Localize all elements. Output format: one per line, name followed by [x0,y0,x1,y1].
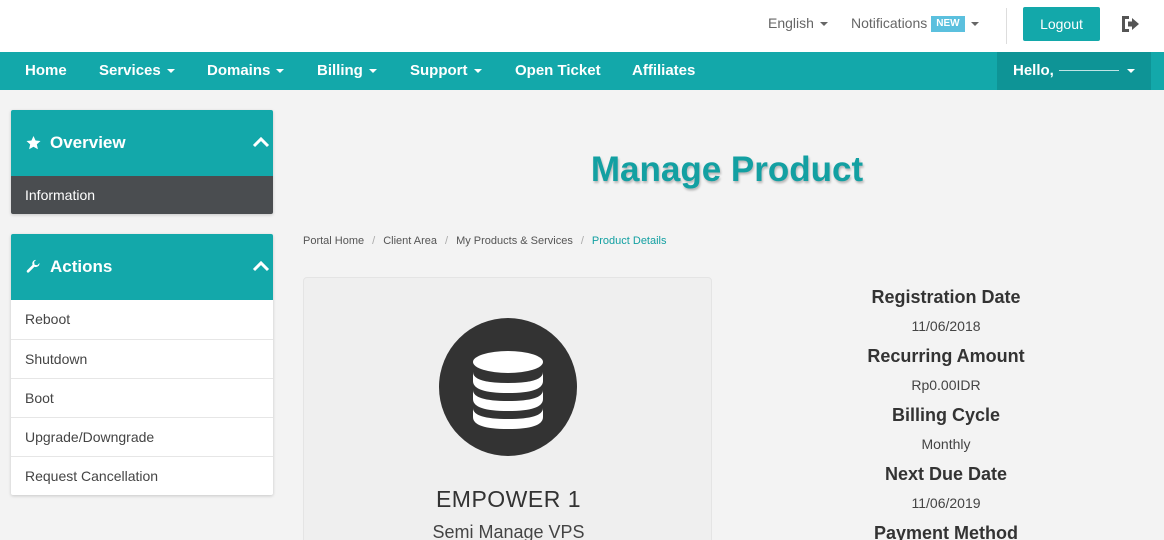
detail-label: Next Due Date [884,464,1008,484]
page-title: Manage Product [590,150,864,189]
product-group: Semi Manage VPS [432,522,585,540]
action-upgrade-downgrade[interactable]: Upgrade/Downgrade [11,417,273,456]
chevron-up-icon[interactable] [252,260,270,272]
nav-home[interactable]: Home [25,52,67,90]
actions-panel-header[interactable]: Actions [11,234,273,300]
chevron-down-icon [166,69,175,74]
language-label: English [768,15,814,31]
detail-value: 11/06/2018 [911,318,981,334]
nav-billing-label: Billing [317,62,363,79]
notifications-label: Notifications [851,15,928,31]
nav-domains[interactable]: Domains [207,52,285,90]
product-details: Registration Date 11/06/2018 Recurring A… [820,284,1072,540]
breadcrumb-separator: / [445,235,449,247]
chevron-down-icon [970,22,979,27]
overview-title: Overview [50,133,126,152]
detail-label: Billing Cycle [891,405,1001,425]
language-selector[interactable]: English [768,14,828,32]
logout-button[interactable]: Logout [1023,7,1100,41]
actions-list: Reboot Shutdown Boot Upgrade/Downgrade R… [11,300,273,495]
product-name: EMPOWER 1 [435,486,582,512]
detail-value: Monthly [921,436,971,452]
action-request-cancellation[interactable]: Request Cancellation [11,456,273,495]
main-navbar: Home Services Domains Billing Support Op… [0,52,1164,90]
sidebar-item-information[interactable]: Information [11,176,273,214]
action-shutdown[interactable]: Shutdown [11,339,273,378]
nav-support[interactable]: Support [410,52,482,90]
overview-panel: Overview Information [11,110,273,214]
detail-label: Recurring Amount [867,346,1025,366]
breadcrumb-separator: / [372,235,376,247]
actions-title: Actions [50,257,113,276]
chevron-down-icon [473,69,482,74]
chevron-down-icon [1127,69,1135,73]
new-badge: NEW [931,16,965,33]
database-icon [439,318,577,456]
chevron-down-icon [276,69,285,74]
overview-panel-header[interactable]: Overview [11,110,273,176]
breadcrumb-product-details: Product Details [591,235,667,247]
wrench-icon [26,259,40,273]
top-bar: English Notifications NEW Logout [0,0,1164,52]
nav-services-label: Services [99,62,161,79]
sign-out-icon[interactable] [1120,15,1140,33]
actions-panel: Actions Reboot Shutdown Boot Upgrade/Dow… [11,234,273,495]
breadcrumb-portal-home[interactable]: Portal Home [303,235,364,247]
breadcrumb: Portal Home / Client Area / My Products & Se… [303,235,667,247]
nav-open-ticket[interactable]: Open Ticket [515,52,601,90]
breadcrumb-my-products[interactable]: My Products & Services [456,235,573,247]
chevron-down-icon [368,69,377,74]
divider [1006,8,1007,44]
breadcrumb-client-area[interactable]: Client Area [383,235,437,247]
username-redacted [1059,70,1119,71]
nav-billing[interactable]: Billing [317,52,377,90]
chevron-down-icon [819,22,828,27]
user-menu[interactable]: Hello, [997,52,1151,90]
detail-label: Registration Date [871,287,1021,307]
detail-value: 11/06/2019 [911,495,981,511]
product-card: EMPOWER 1 Semi Manage VPS [303,277,712,540]
action-boot[interactable]: Boot [11,378,273,417]
navbar-edge [1151,52,1164,90]
star-icon [26,136,41,150]
nav-domains-label: Domains [207,62,271,79]
action-reboot[interactable]: Reboot [11,300,273,339]
hello-label: Hello, [1013,62,1054,79]
chevron-up-icon[interactable] [252,136,270,148]
nav-support-label: Support [410,62,468,79]
notifications-menu[interactable]: Notifications NEW [851,14,979,33]
detail-value: Rp0.00IDR [911,377,981,393]
breadcrumb-separator: / [580,235,584,247]
detail-label: Payment Method [873,523,1019,540]
nav-affiliates[interactable]: Affiliates [632,52,695,90]
nav-services[interactable]: Services [99,52,175,90]
